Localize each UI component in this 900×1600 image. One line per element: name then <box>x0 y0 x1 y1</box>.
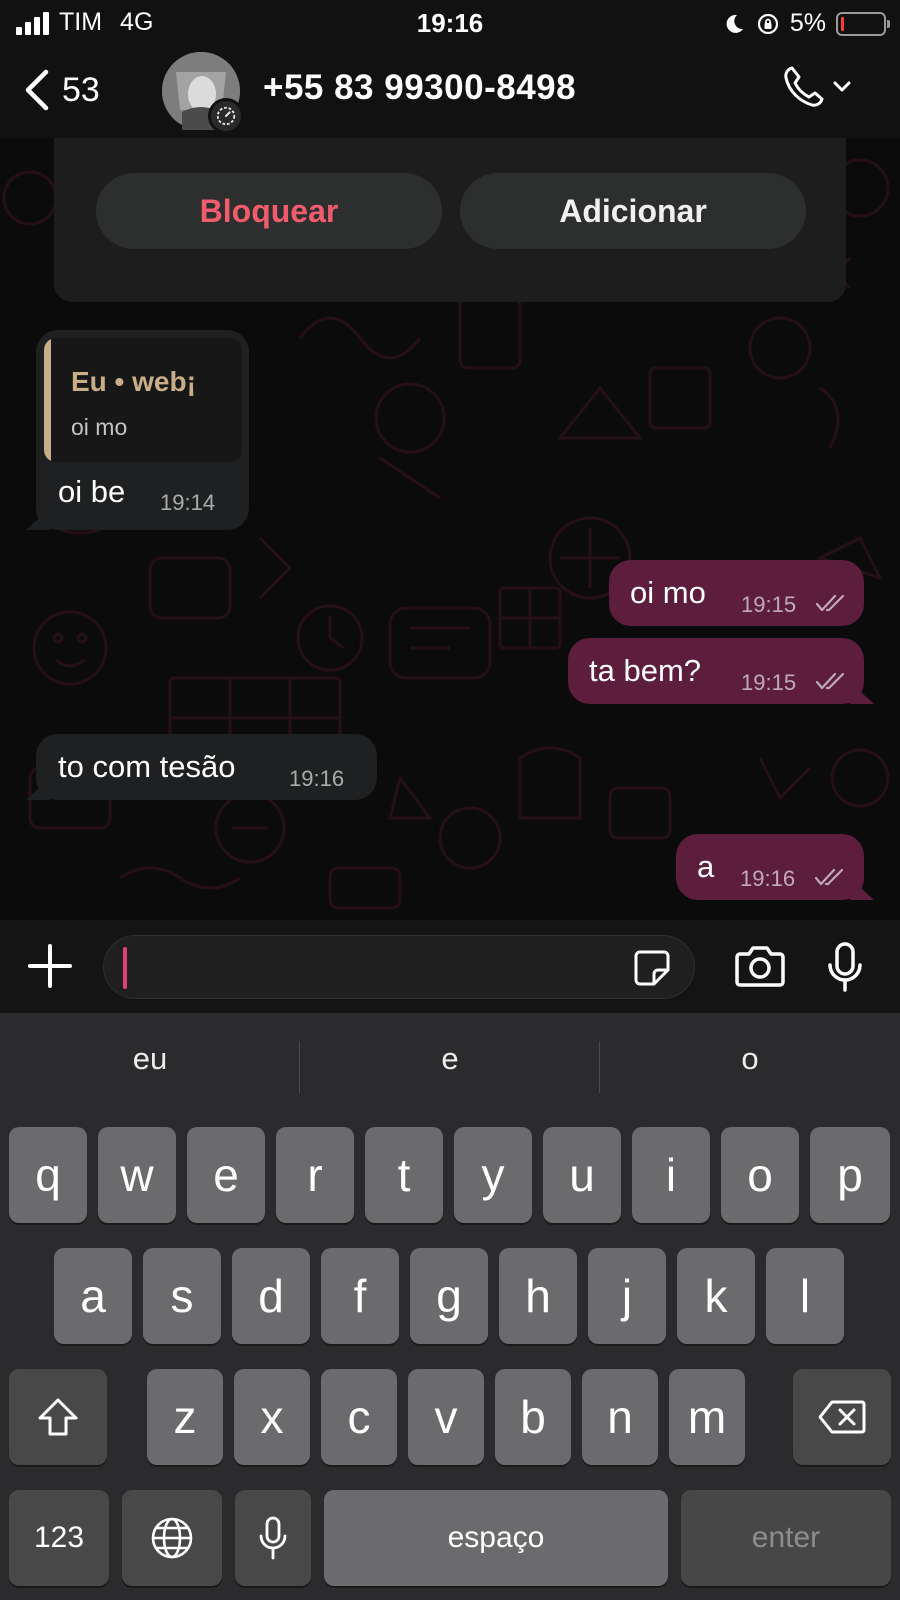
sticker-icon <box>634 950 670 986</box>
key-p[interactable]: p <box>810 1127 890 1223</box>
unread-count: 53 <box>62 70 100 109</box>
timer-icon <box>216 106 236 126</box>
message-input[interactable] <box>103 935 695 999</box>
key-w[interactable]: w <box>98 1127 176 1223</box>
back-button[interactable]: 53 <box>22 68 100 112</box>
globe-icon <box>151 1517 193 1559</box>
key-b[interactable]: b <box>495 1369 571 1465</box>
quote-text: oi mo <box>71 414 128 440</box>
read-ticks-icon <box>814 868 844 886</box>
key-t[interactable]: t <box>365 1127 443 1223</box>
outgoing-message[interactable]: oi mo 19:15 <box>609 560 864 626</box>
shift-key[interactable] <box>9 1369 107 1465</box>
battery-percent: 5% <box>789 9 826 37</box>
key-s[interactable]: s <box>143 1248 221 1344</box>
backspace-icon <box>818 1400 866 1434</box>
message-time: 19:15 <box>741 592 797 617</box>
key-e[interactable]: e <box>187 1127 265 1223</box>
outgoing-message[interactable]: a 19:16 <box>676 834 864 900</box>
key-a[interactable]: a <box>54 1248 132 1344</box>
message-text: oi mo <box>630 575 706 610</box>
key-m[interactable]: m <box>669 1369 745 1465</box>
message-time: 19:16 <box>289 766 345 791</box>
chevron-down-icon <box>833 81 851 92</box>
chat-area[interactable]: Bloquear Adicionar Eu • web¡ oi mo oi be… <box>0 138 900 920</box>
outgoing-message[interactable]: ta bem? 19:15 <box>568 638 864 704</box>
suggestion-item[interactable]: e <box>300 1041 600 1077</box>
key-h[interactable]: h <box>499 1248 577 1344</box>
suggestion-bar: eu e o <box>0 1013 900 1113</box>
quoted-message[interactable]: Eu • web¡ oi mo <box>44 338 242 462</box>
suggestion-item[interactable]: eu <box>0 1041 300 1077</box>
quote-author: Eu • web¡ <box>71 366 196 397</box>
read-ticks-icon <box>815 672 845 690</box>
key-n[interactable]: n <box>582 1369 658 1465</box>
rotation-lock-icon <box>757 13 778 34</box>
message-text: ta bem? <box>589 653 702 688</box>
battery-icon <box>836 11 890 36</box>
message-text: oi be <box>58 474 126 509</box>
key-d[interactable]: d <box>232 1248 310 1344</box>
sticker-button[interactable] <box>632 948 672 993</box>
add-contact-button[interactable]: Adicionar <box>460 173 806 249</box>
key-x[interactable]: x <box>234 1369 310 1465</box>
dictation-key[interactable] <box>235 1490 311 1586</box>
key-c[interactable]: c <box>321 1369 397 1465</box>
incoming-message[interactable]: Eu • web¡ oi mo oi be 19:14 <box>36 330 249 530</box>
key-z[interactable]: z <box>147 1369 223 1465</box>
quote-accent-bar <box>44 338 51 462</box>
enter-key[interactable]: enter <box>681 1490 891 1586</box>
key-o[interactable]: o <box>721 1127 799 1223</box>
microphone-icon <box>828 942 862 992</box>
camera-icon <box>735 946 785 987</box>
key-g[interactable]: g <box>410 1248 488 1344</box>
numbers-key[interactable]: 123 <box>9 1490 109 1586</box>
phone-icon <box>784 66 824 107</box>
shift-icon <box>38 1398 78 1436</box>
message-time: 19:16 <box>740 866 796 891</box>
keyboard: eu e o q w e r t y u i o p a s d f g h j… <box>0 1013 900 1600</box>
chevron-left-icon <box>25 69 49 111</box>
key-q[interactable]: q <box>9 1127 87 1223</box>
contact-name[interactable]: +55 83 99300-8498 <box>263 68 576 108</box>
key-r[interactable]: r <box>276 1127 354 1223</box>
read-ticks-icon <box>815 594 845 612</box>
message-composer <box>0 920 900 1013</box>
avatar[interactable] <box>162 52 244 134</box>
message-text: to com tesão <box>58 749 236 784</box>
message-time: 19:14 <box>160 490 216 515</box>
key-v[interactable]: v <box>408 1369 484 1465</box>
unknown-contact-card: Bloquear Adicionar <box>54 138 846 302</box>
block-button[interactable]: Bloquear <box>96 173 442 249</box>
key-f[interactable]: f <box>321 1248 399 1344</box>
space-key[interactable]: espaço <box>324 1490 668 1586</box>
status-bar: TIM 4G 19:16 5% <box>0 0 900 46</box>
disappearing-timer-badge <box>208 98 244 134</box>
incoming-message[interactable]: to com tesão 19:16 <box>36 734 377 800</box>
key-u[interactable]: u <box>543 1127 621 1223</box>
key-y[interactable]: y <box>454 1127 532 1223</box>
key-i[interactable]: i <box>632 1127 710 1223</box>
status-right: 5% <box>722 9 890 38</box>
chat-header: 53 +55 83 99300-8498 <box>0 46 900 138</box>
plus-icon <box>28 944 72 988</box>
text-caret <box>123 947 127 989</box>
message-text: a <box>697 849 715 884</box>
suggestion-item[interactable]: o <box>600 1041 900 1077</box>
moon-icon <box>726 14 743 33</box>
call-button[interactable] <box>782 64 852 110</box>
voice-message-button[interactable] <box>826 941 864 998</box>
camera-button[interactable] <box>734 944 786 993</box>
key-k[interactable]: k <box>677 1248 755 1344</box>
key-l[interactable]: l <box>766 1248 844 1344</box>
message-time: 19:15 <box>741 670 797 695</box>
key-j[interactable]: j <box>588 1248 666 1344</box>
language-key[interactable] <box>122 1490 222 1586</box>
microphone-icon <box>259 1516 287 1560</box>
backspace-key[interactable] <box>793 1369 891 1465</box>
attach-button[interactable] <box>26 942 74 995</box>
